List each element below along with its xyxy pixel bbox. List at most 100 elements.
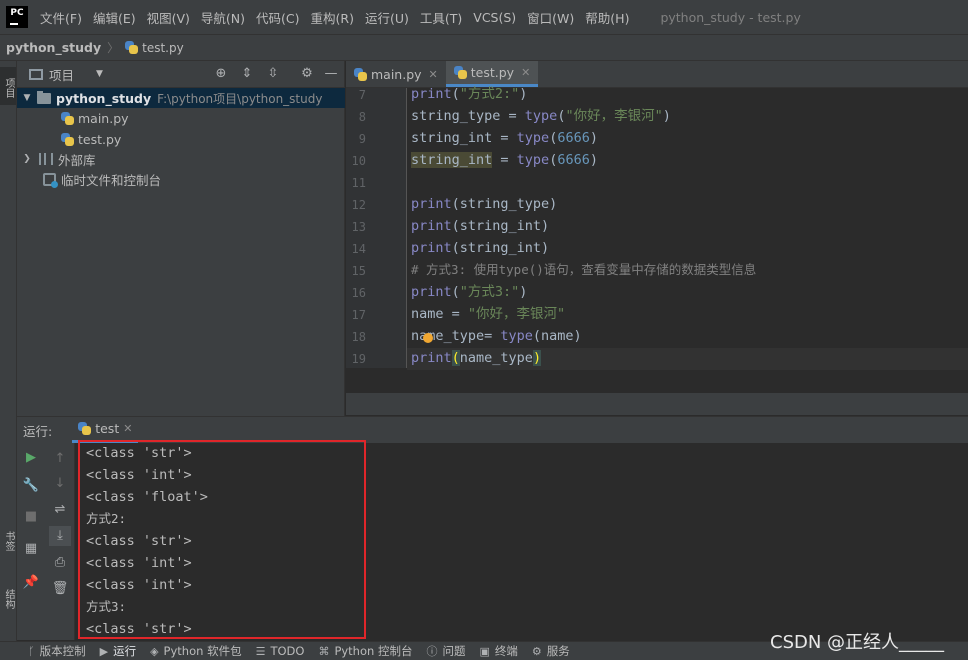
menu-refactor[interactable]: 重构(R) [311, 8, 354, 27]
bottom-tab-python-console[interactable]: ⌘ Python 控制台 [318, 643, 412, 659]
intention-bulb-icon[interactable] [423, 333, 433, 343]
arrow-down-icon[interactable]: ↓ [49, 474, 71, 494]
tool-tab-bookmarks[interactable]: 书签 [0, 531, 16, 551]
bottom-tab-terminal[interactable]: ▣ 终端 [479, 643, 517, 659]
library-icon [39, 153, 53, 165]
line-number: 8 [358, 110, 366, 124]
tree-item-label: main.py [78, 110, 129, 126]
python-file-icon [61, 111, 74, 125]
problems-icon: ⓘ [426, 645, 438, 658]
run-toolbar-secondary: ↑ ↓ ⇌ ⤓ ⎙ 🗑 [45, 443, 75, 640]
services-icon: ⚙ [531, 644, 542, 658]
bottom-tab-python-packages[interactable]: ◈ Python 软件包 [150, 643, 242, 659]
rerun-icon[interactable]: ▶ [20, 448, 42, 468]
menu-view[interactable]: 视图(V) [147, 8, 190, 27]
breadcrumb-separator: 〉 [107, 41, 120, 55]
tree-item-label: 临时文件和控制台 [61, 172, 162, 188]
project-view-icon [29, 68, 43, 80]
stop-icon[interactable]: ■ [20, 507, 42, 527]
python-file-icon [61, 132, 74, 146]
code-line-18[interactable]: name_type= type(name) [411, 325, 582, 347]
menu-run[interactable]: 运行(U) [365, 8, 409, 27]
menu-tools[interactable]: 工具(T) [420, 8, 462, 27]
hide-panel-icon[interactable]: — [323, 66, 339, 82]
breadcrumb: python_study 〉 test.py [0, 34, 968, 61]
scratch-console-icon [43, 172, 58, 188]
tool-tab-structure[interactable]: 结构 [0, 589, 16, 609]
bottom-tab-services[interactable]: ⚙ 服务 [532, 643, 570, 659]
wrench-icon[interactable]: 🔧 [20, 476, 42, 496]
tree-item-external-libs[interactable]: ❯ 外部库 [17, 149, 345, 169]
python-file-icon [453, 66, 467, 79]
menu-bar: PC 文件(F) 编辑(E) 视图(V) 导航(N) 代码(C) 重构(R) 运… [0, 0, 968, 34]
menu-edit[interactable]: 编辑(E) [93, 8, 136, 27]
close-icon[interactable]: ✕ [123, 422, 132, 435]
tree-root-path: F:\python项目\python_study [157, 91, 323, 106]
breadcrumb-project[interactable]: python_study [6, 40, 101, 55]
tree-item-scratches[interactable]: 临时文件和控制台 [17, 169, 345, 189]
layout-icon[interactable]: ▦ [20, 539, 42, 559]
trash-icon[interactable]: 🗑 [49, 579, 71, 599]
soft-wrap-icon[interactable]: ⇌ [49, 500, 71, 520]
packages-icon: ◈ [150, 644, 159, 658]
code-line-13[interactable]: print(string_int) [411, 215, 549, 237]
code-line-15[interactable]: # 方式3: 使用type()语句，查看变量中存储的数据类型信息 [411, 259, 756, 281]
code-line-10[interactable]: string_int = type(6666) [411, 149, 598, 171]
gear-icon[interactable]: ⚙ [299, 66, 315, 82]
tree-item-main-py[interactable]: main.py [17, 108, 345, 128]
run-console-output[interactable]: <class 'str'> <class 'int'> <class 'floa… [76, 440, 968, 640]
code-line-8[interactable]: string_type = type("你好，李银河") [411, 105, 671, 127]
menu-help[interactable]: 帮助(H) [585, 8, 629, 27]
bottom-tab-vcs[interactable]: ᚴ 版本控制 [28, 643, 86, 659]
code-line-19[interactable]: print(name_type) [411, 347, 542, 369]
code-line-12[interactable]: print(string_type) [411, 193, 557, 215]
terminal-icon: ▣ [479, 644, 490, 658]
folder-icon [37, 90, 51, 104]
chevron-down-icon[interactable]: ▼ [21, 93, 33, 103]
tree-item-test-py[interactable]: test.py [17, 129, 345, 149]
line-number: 10 [351, 154, 366, 168]
locate-icon[interactable]: ⊕ [213, 66, 229, 82]
run-panel-header: 运行: test ✕ [17, 416, 968, 443]
tool-tab-project[interactable]: 项目 [0, 67, 16, 105]
chevron-down-icon[interactable]: ▼ [96, 69, 103, 79]
close-icon[interactable]: ✕ [521, 66, 530, 79]
tree-item-root[interactable]: ▼ python_study F:\python项目\python_study [17, 88, 345, 108]
code-line-14[interactable]: print(string_int) [411, 237, 549, 259]
chevron-right-icon[interactable]: ❯ [21, 154, 33, 164]
breadcrumb-file[interactable]: test.py [125, 41, 184, 55]
tree-item-label: test.py [78, 131, 122, 147]
line-number: 13 [351, 220, 366, 234]
menu-navigate[interactable]: 导航(N) [201, 8, 245, 27]
expand-all-icon[interactable]: ⇕ [239, 66, 255, 82]
bottom-tab-problems[interactable]: ⓘ 问题 [426, 643, 465, 659]
code-line-7[interactable]: print("方式2:") [411, 83, 527, 105]
code-line-9[interactable]: string_int = type(6666) [411, 127, 598, 149]
menu-window[interactable]: 窗口(W) [527, 8, 574, 27]
line-number: 17 [351, 308, 366, 322]
menu-vcs[interactable]: VCS(S) [473, 10, 516, 25]
window-title: python_study - test.py [660, 9, 801, 25]
code-editor[interactable]: 7 8 9 10 11 12 13 14 15 16 17 18 19 prin… [346, 86, 968, 415]
code-line-17[interactable]: name = "你好，李银河" [411, 303, 565, 325]
code-line-16[interactable]: print("方式3:") [411, 281, 527, 303]
tab-label: main.py [371, 66, 422, 82]
print-icon[interactable]: ⎙ [49, 553, 71, 573]
project-panel-header: 项目 ▼ ⊕ ⇕ ⇳ ⚙ — [17, 61, 344, 88]
project-panel-title[interactable]: 项目 [49, 65, 74, 84]
collapse-all-icon[interactable]: ⇳ [265, 66, 281, 82]
menu-file[interactable]: 文件(F) [40, 8, 82, 27]
bottom-tab-run[interactable]: ▶ 运行 [100, 643, 136, 659]
annotation-highlight-box [78, 440, 366, 639]
scroll-to-end-icon[interactable]: ⤓ [49, 526, 71, 546]
line-number: 18 [351, 330, 366, 344]
bottom-tab-todo[interactable]: ☰ TODO [256, 644, 305, 658]
close-icon[interactable]: ✕ [429, 68, 438, 81]
project-panel: 项目 ▼ ⊕ ⇕ ⇳ ⚙ — ▼ python_study F:\python项… [17, 61, 345, 416]
todo-icon: ☰ [255, 644, 266, 658]
arrow-up-icon[interactable]: ↑ [49, 449, 71, 469]
line-number: 9 [358, 132, 366, 146]
menu-code[interactable]: 代码(C) [256, 8, 299, 27]
python-file-icon [125, 41, 139, 54]
pin-icon[interactable]: 📌 [20, 573, 42, 593]
